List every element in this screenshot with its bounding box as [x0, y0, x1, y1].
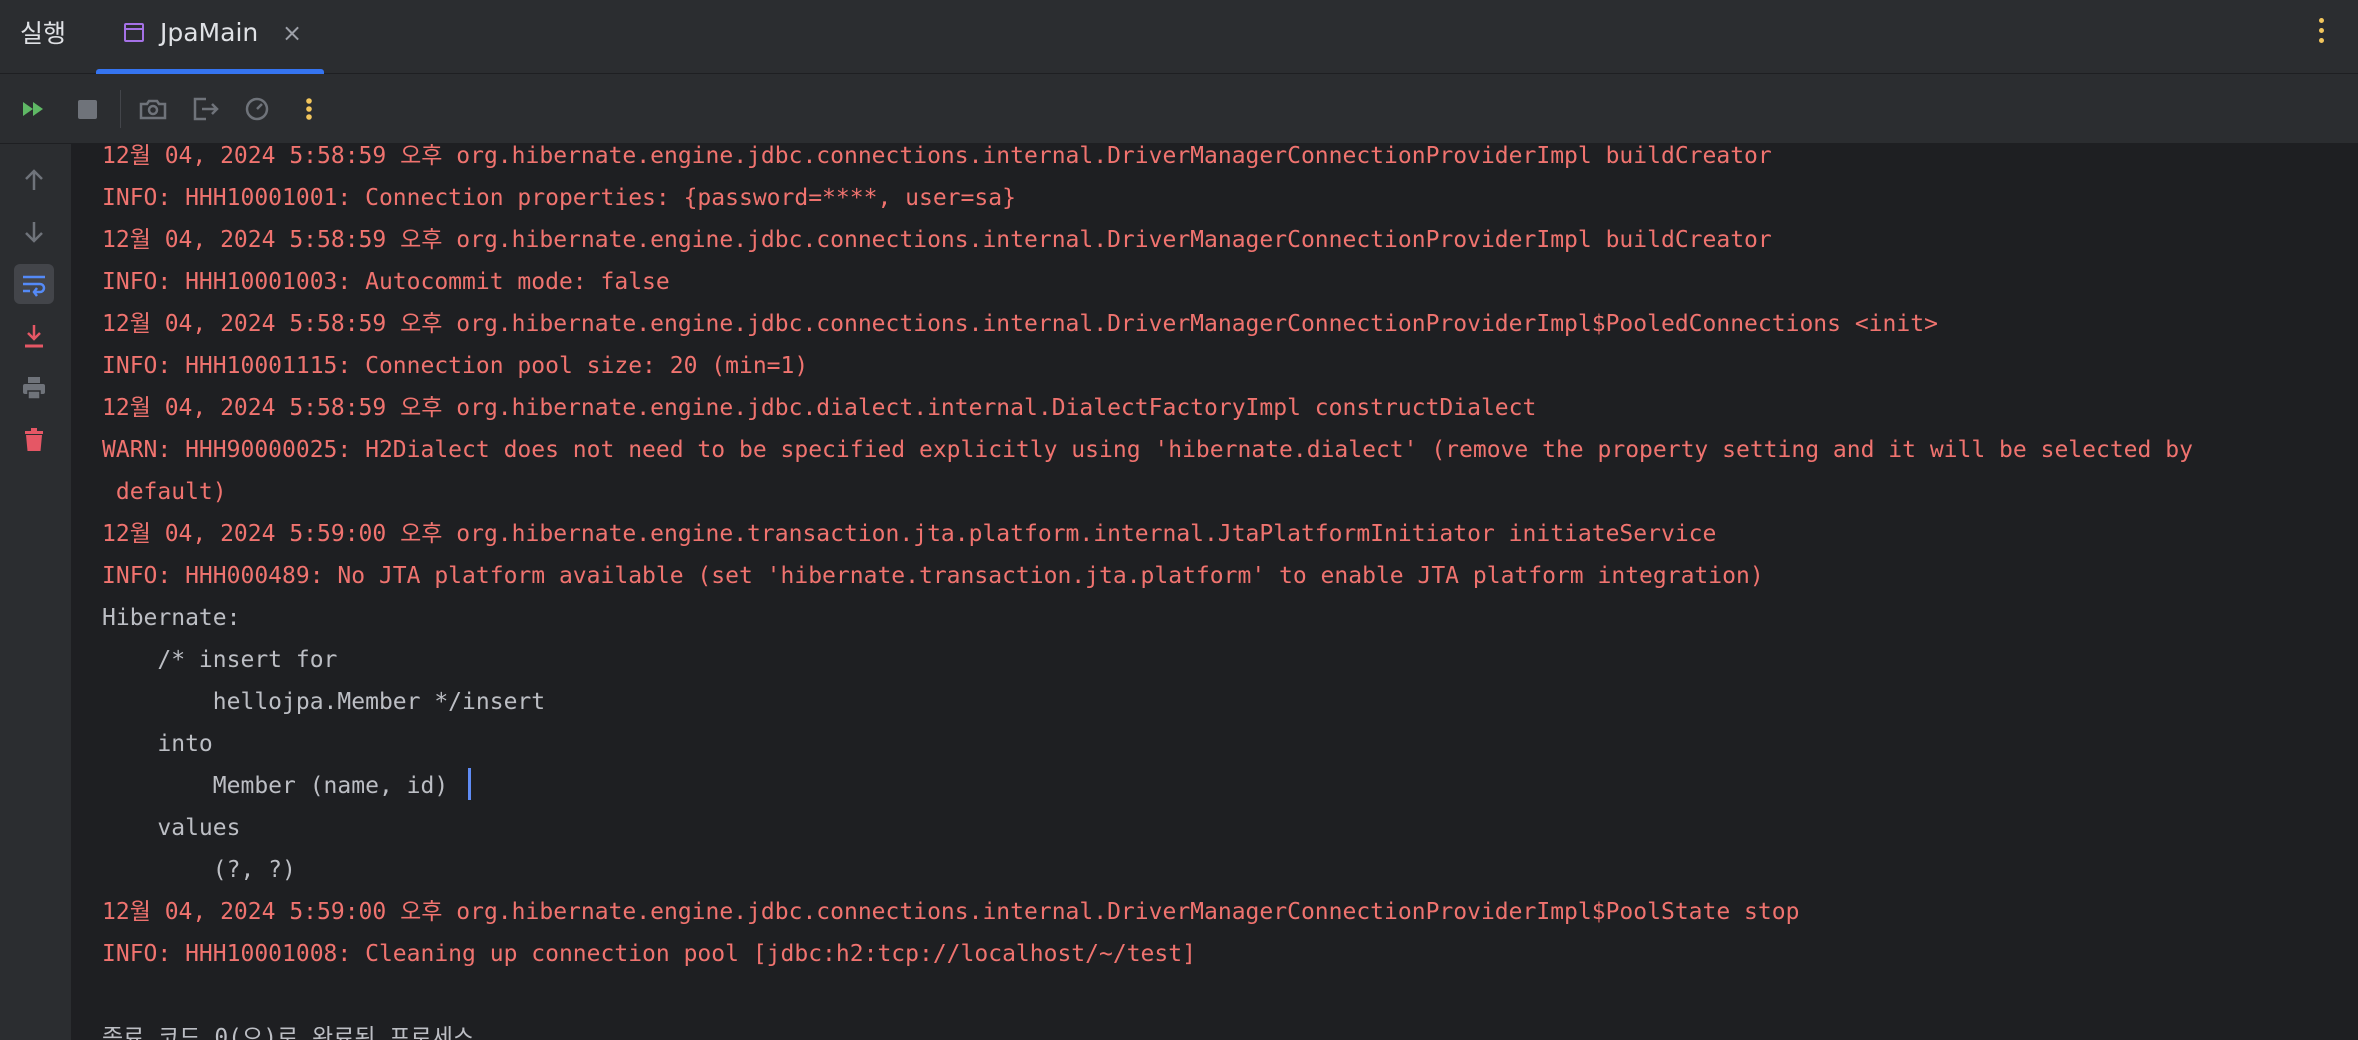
console-line-text: INFO: HHH10001115: Connection pool size:…: [102, 353, 809, 379]
console-line-text: INFO: HHH10001001: Connection properties…: [102, 185, 1016, 211]
console-line-text: 12월 04, 2024 5:59:00 오후 org.hibernate.en…: [102, 899, 1800, 925]
console-line-text: Member (name, id): [102, 773, 463, 799]
stop-button[interactable]: [70, 92, 104, 126]
console-line-stdout: into: [102, 723, 2193, 765]
console-line-text: INFO: HHH10001008: Cleaning up connectio…: [102, 941, 1196, 967]
text-caret: [468, 768, 472, 800]
tool-window-title: 실행: [20, 19, 67, 48]
console-line-stderr: INFO: HHH10001115: Connection pool size:…: [102, 345, 2193, 387]
console-line-text: (?, ?): [102, 857, 296, 883]
console-line-stderr: INFO: HHH10001008: Cleaning up connectio…: [102, 933, 2193, 975]
console-line-stdout: /* insert for: [102, 639, 2193, 681]
next-occurrence-button[interactable]: [14, 212, 54, 252]
previous-occurrence-button[interactable]: [14, 160, 54, 200]
kebab-dot: [2319, 38, 2324, 43]
toolbar-separator: [120, 90, 121, 128]
console-line-stderr: 12월 04, 2024 5:58:59 오후 org.hibernate.en…: [102, 144, 2193, 177]
console-line-text: into: [102, 731, 213, 757]
console-line-text: WARN: HHH90000025: H2Dialect does not ne…: [102, 437, 2193, 463]
arrow-down-icon: [25, 222, 43, 243]
soft-wrap-icon: [23, 275, 46, 297]
arrow-up-icon: [25, 169, 43, 190]
print-icon: [23, 377, 45, 400]
console-line-stderr: WARN: HHH90000025: H2Dialect does not ne…: [102, 429, 2193, 471]
application-icon: [124, 23, 144, 42]
console-line-text: /* insert for: [102, 647, 338, 673]
kebab-dot: [2319, 18, 2324, 23]
console-line-text: hellojpa.Member */insert: [102, 689, 559, 715]
scroll-to-end-button[interactable]: [14, 316, 54, 356]
console-line-stderr: INFO: HHH10001003: Autocommit mode: fals…: [102, 261, 2193, 303]
more-actions-button[interactable]: [292, 92, 326, 126]
stop-icon: [78, 100, 97, 119]
clear-all-button[interactable]: [14, 420, 54, 460]
tab-label: JpaMain: [160, 18, 259, 47]
tool-window-header: 실행 JpaMain ×: [0, 0, 2358, 74]
console-line-stderr: default): [102, 471, 2193, 513]
console-output[interactable]: 12월 04, 2024 5:58:59 오후 org.hibernate.en…: [72, 144, 2358, 1040]
print-button[interactable]: [14, 368, 54, 408]
exit-button[interactable]: [188, 92, 222, 126]
soft-wrap-button[interactable]: [14, 264, 54, 304]
console-line-stdout: [102, 975, 2193, 1017]
console-line-text: 12월 04, 2024 5:58:59 오후 org.hibernate.en…: [102, 395, 1537, 421]
console-line-stderr: INFO: HHH10001001: Connection properties…: [102, 177, 2193, 219]
console-line-text: INFO: HHH10001003: Autocommit mode: fals…: [102, 269, 670, 295]
console-line-text: values: [102, 815, 241, 841]
console-line-text: default): [102, 479, 227, 505]
scroll-to-end-icon: [25, 325, 43, 348]
console-line-text: Hibernate:: [102, 605, 255, 631]
camera-icon: [139, 99, 167, 120]
console-line-stdout: hellojpa.Member */insert: [102, 681, 2193, 723]
console-line-text: 종료 코드 0(으)로 완료된 프로세스: [102, 1025, 475, 1040]
console-line-stderr: 12월 04, 2024 5:59:00 오후 org.hibernate.en…: [102, 513, 2193, 555]
run-toolbar: [0, 74, 2358, 144]
tab-jpamain[interactable]: JpaMain ×: [96, 0, 324, 74]
console-line-text: 12월 04, 2024 5:59:00 오후 org.hibernate.en…: [102, 521, 1717, 547]
console-line-text: INFO: HHH000489: No JTA platform availab…: [102, 563, 1764, 589]
console-lines: 12월 04, 2024 5:58:59 오후 org.hibernate.en…: [102, 144, 2193, 1040]
console-line-stderr: 12월 04, 2024 5:58:59 오후 org.hibernate.en…: [102, 303, 2193, 345]
console-line-stdout: Member (name, id): [102, 765, 2193, 807]
console-line-text: 12월 04, 2024 5:58:59 오후 org.hibernate.en…: [102, 227, 1772, 253]
exit-icon: [193, 97, 219, 121]
console-line-stderr: INFO: HHH000489: No JTA platform availab…: [102, 555, 2193, 597]
profiler-icon: [245, 97, 269, 121]
console-line-stderr: 12월 04, 2024 5:58:59 오후 org.hibernate.en…: [102, 387, 2193, 429]
console-line-text: 12월 04, 2024 5:58:59 오후 org.hibernate.en…: [102, 144, 1772, 169]
options-menu-button[interactable]: [2318, 18, 2326, 48]
dump-threads-button[interactable]: [136, 92, 170, 126]
rerun-button[interactable]: [18, 92, 52, 126]
profiler-button[interactable]: [240, 92, 274, 126]
tab-close-button[interactable]: ×: [282, 13, 302, 53]
kebab-dot: [2319, 28, 2324, 33]
console-line-stdout: Hibernate:: [102, 597, 2193, 639]
console-line-stdout: 종료 코드 0(으)로 완료된 프로세스: [102, 1017, 2193, 1040]
console-line-stderr: 12월 04, 2024 5:58:59 오후 org.hibernate.en…: [102, 219, 2193, 261]
console-side-toolbar: [0, 144, 72, 1040]
console-line-text: 12월 04, 2024 5:58:59 오후 org.hibernate.en…: [102, 311, 1938, 337]
rerun-icon: [23, 102, 43, 116]
console-line-stdout: values: [102, 807, 2193, 849]
console-line-stderr: 12월 04, 2024 5:59:00 오후 org.hibernate.en…: [102, 891, 2193, 933]
trash-icon: [25, 428, 43, 451]
console-line-stdout: (?, ?): [102, 849, 2193, 891]
more-icon: [306, 98, 312, 120]
